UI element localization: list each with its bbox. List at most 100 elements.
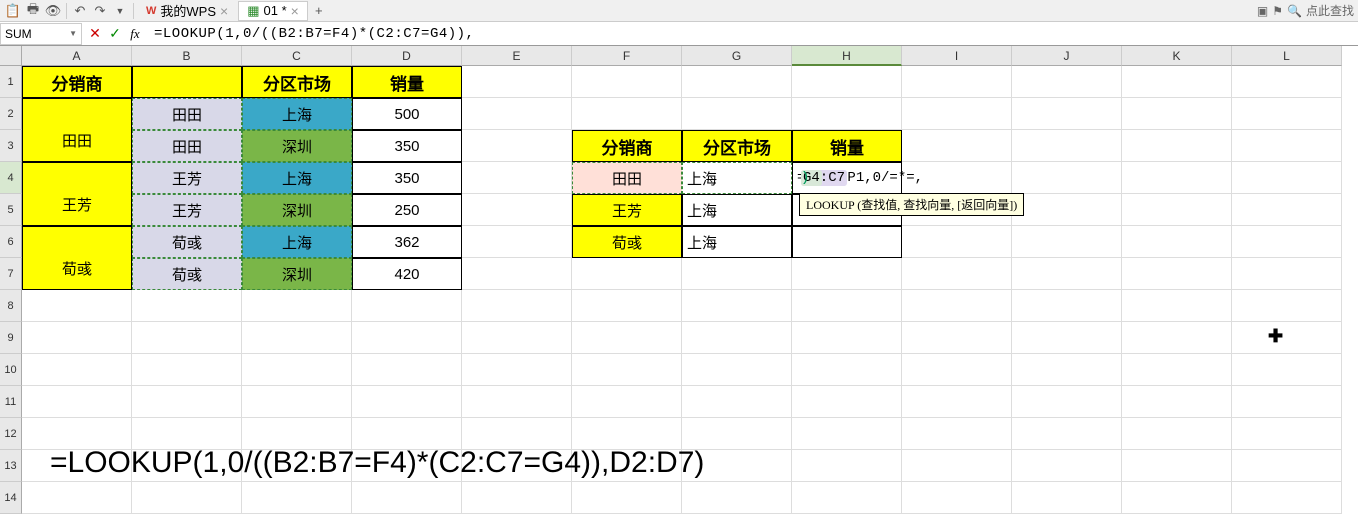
- cell[interactable]: [22, 354, 132, 386]
- cell[interactable]: [572, 386, 682, 418]
- cell[interactable]: [1122, 354, 1232, 386]
- cell[interactable]: [352, 386, 462, 418]
- cell[interactable]: [462, 354, 572, 386]
- cell[interactable]: [1122, 226, 1232, 258]
- cell[interactable]: [902, 386, 1012, 418]
- row-header[interactable]: 5: [0, 194, 22, 226]
- cell[interactable]: [1122, 66, 1232, 98]
- cell[interactable]: [352, 482, 462, 514]
- cell[interactable]: [902, 290, 1012, 322]
- cell[interactable]: 深圳: [242, 194, 352, 226]
- cell[interactable]: [1122, 98, 1232, 130]
- cell[interactable]: [1012, 290, 1122, 322]
- cell[interactable]: 分销商: [572, 130, 682, 162]
- cell[interactable]: [682, 98, 792, 130]
- cell[interactable]: [1232, 66, 1342, 98]
- cell[interactable]: [682, 290, 792, 322]
- row-header[interactable]: 2: [0, 98, 22, 130]
- cell[interactable]: [22, 386, 132, 418]
- cell[interactable]: LOOKUP (查找值, 查找向量, [返回向量]): [792, 194, 902, 226]
- cell[interactable]: [902, 130, 1012, 162]
- cell[interactable]: [1012, 98, 1122, 130]
- row-header[interactable]: 11: [0, 386, 22, 418]
- editing-cell[interactable]: =LOOKUP(1,0/((B2:B7=F4)*(C2:C7=G4)),: [792, 162, 902, 194]
- cell[interactable]: [792, 290, 902, 322]
- col-header-E[interactable]: E: [462, 46, 572, 66]
- cell[interactable]: 分区市场: [242, 66, 352, 98]
- cell[interactable]: [1232, 130, 1342, 162]
- cell[interactable]: 田田: [132, 98, 242, 130]
- cell[interactable]: [1232, 226, 1342, 258]
- cell[interactable]: [22, 162, 132, 194]
- cell[interactable]: [132, 322, 242, 354]
- col-header-F[interactable]: F: [572, 46, 682, 66]
- cell[interactable]: [132, 482, 242, 514]
- cell[interactable]: [792, 354, 902, 386]
- cell[interactable]: [902, 322, 1012, 354]
- col-header-I[interactable]: I: [902, 46, 1012, 66]
- close-icon[interactable]: ×: [291, 3, 299, 19]
- cell[interactable]: [1232, 258, 1342, 290]
- flag-icon[interactable]: ⚑: [1272, 4, 1283, 18]
- cell[interactable]: [1122, 258, 1232, 290]
- cell[interactable]: [352, 322, 462, 354]
- new-tab-icon[interactable]: +: [310, 2, 328, 20]
- cell[interactable]: 分区市场: [682, 130, 792, 162]
- cell[interactable]: 荀彧: [22, 258, 132, 290]
- row-header[interactable]: 14: [0, 482, 22, 514]
- cell[interactable]: [792, 322, 902, 354]
- cell[interactable]: [1232, 482, 1342, 514]
- cell[interactable]: 田田: [22, 130, 132, 162]
- cell[interactable]: 荀彧: [132, 258, 242, 290]
- cell[interactable]: [1012, 482, 1122, 514]
- cell[interactable]: [22, 322, 132, 354]
- cell[interactable]: [682, 66, 792, 98]
- cell[interactable]: [1232, 450, 1342, 482]
- cell[interactable]: [1122, 418, 1232, 450]
- cell[interactable]: [462, 290, 572, 322]
- preview-icon[interactable]: 👁: [44, 2, 62, 20]
- select-all-corner[interactable]: [0, 46, 22, 66]
- cell[interactable]: [792, 482, 902, 514]
- cell[interactable]: [1012, 226, 1122, 258]
- row-header[interactable]: 7: [0, 258, 22, 290]
- cell[interactable]: [22, 482, 132, 514]
- chevron-down-icon[interactable]: ▼: [69, 29, 77, 38]
- row-header[interactable]: 9: [0, 322, 22, 354]
- cell[interactable]: [1122, 130, 1232, 162]
- cell[interactable]: [902, 226, 1012, 258]
- cell[interactable]: [1122, 194, 1232, 226]
- cell[interactable]: 王芳: [132, 162, 242, 194]
- cell[interactable]: [1012, 386, 1122, 418]
- cell[interactable]: [1012, 322, 1122, 354]
- cell[interactable]: 田田: [572, 162, 682, 194]
- cell[interactable]: [242, 322, 352, 354]
- cell[interactable]: [462, 386, 572, 418]
- cell[interactable]: [242, 386, 352, 418]
- redo-icon[interactable]: ↷: [91, 2, 109, 20]
- cancel-formula-icon[interactable]: ✕: [86, 25, 104, 43]
- cell[interactable]: [682, 482, 792, 514]
- cell[interactable]: [572, 322, 682, 354]
- col-header-D[interactable]: D: [352, 46, 462, 66]
- fx-icon[interactable]: fx: [126, 25, 144, 43]
- cell[interactable]: [682, 322, 792, 354]
- cell[interactable]: 420: [352, 258, 462, 290]
- cell[interactable]: [1012, 66, 1122, 98]
- cell[interactable]: 深圳: [242, 258, 352, 290]
- cell[interactable]: 王芳: [572, 194, 682, 226]
- row-header[interactable]: 12: [0, 418, 22, 450]
- cell[interactable]: 350: [352, 130, 462, 162]
- col-header-K[interactable]: K: [1122, 46, 1232, 66]
- cell[interactable]: 王芳: [132, 194, 242, 226]
- cell[interactable]: [572, 258, 682, 290]
- col-header-C[interactable]: C: [242, 46, 352, 66]
- cell[interactable]: [792, 450, 902, 482]
- row-header[interactable]: 1: [0, 66, 22, 98]
- cell[interactable]: [242, 290, 352, 322]
- cell[interactable]: 362: [352, 226, 462, 258]
- cell[interactable]: [462, 162, 572, 194]
- cell[interactable]: [462, 226, 572, 258]
- cell[interactable]: 上海: [682, 162, 792, 194]
- cell[interactable]: [792, 98, 902, 130]
